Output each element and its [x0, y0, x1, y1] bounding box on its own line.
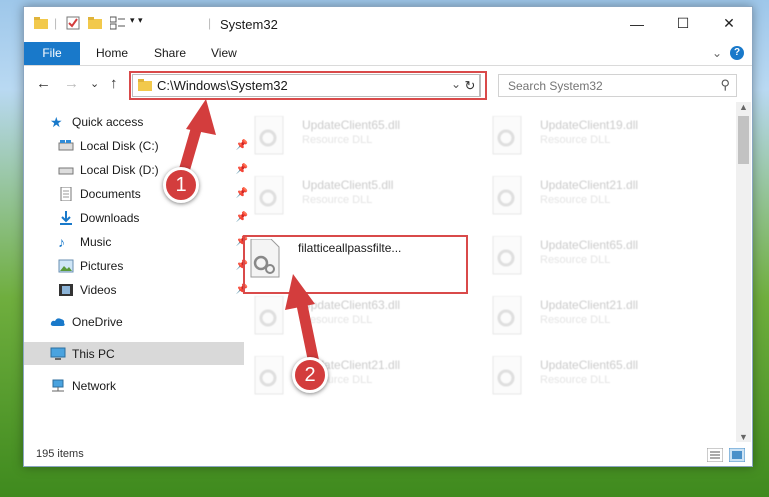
large-icons-view-icon[interactable] — [729, 448, 745, 462]
sidebar-item-network[interactable]: Network — [24, 374, 244, 397]
dll-file-icon — [492, 116, 522, 155]
file-item[interactable]: UpdateClient21.dll Resource DLL — [484, 172, 704, 222]
file-item[interactable]: UpdateClient65.dll Resource DLL — [484, 352, 704, 402]
file-item[interactable]: UpdateClient19.dll Resource DLL — [484, 112, 704, 162]
scrollbar-thumb[interactable] — [738, 116, 749, 164]
music-icon: ♪ — [58, 233, 65, 250]
window-title: System32 — [220, 17, 278, 32]
tab-share[interactable]: Share — [140, 42, 200, 65]
sidebar-item-videos[interactable]: Videos 📌 — [24, 278, 252, 301]
pictures-icon — [58, 259, 74, 272]
chevron-down-icon[interactable]: ▾ — [130, 15, 135, 26]
file-item[interactable]: UpdateClient21.dll Resource DLL — [484, 292, 704, 342]
details-view-icon[interactable] — [707, 448, 723, 462]
folder-icon — [34, 17, 48, 29]
drive-icon — [58, 139, 74, 150]
view-options-icon[interactable] — [110, 16, 126, 30]
dll-file-icon — [254, 116, 284, 155]
computer-icon — [50, 347, 66, 360]
cloud-icon — [50, 317, 65, 326]
separator: | — [208, 16, 212, 30]
collapse-ribbon-icon[interactable]: ⌄ — [712, 46, 722, 60]
network-icon — [52, 379, 64, 391]
back-button[interactable]: ← — [36, 75, 51, 92]
download-icon — [60, 210, 72, 225]
explorer-window: | ▾ ▾ | System32 — ☐ ✕ File Home Share V… — [23, 6, 753, 467]
file-item[interactable]: UpdateClient65.dll Resource DLL — [246, 112, 466, 162]
star-icon: ★ — [50, 113, 63, 130]
item-count: 195 items — [36, 448, 84, 460]
tab-view[interactable]: View — [197, 42, 251, 65]
new-folder-icon[interactable] — [88, 16, 102, 30]
dll-file-icon — [492, 236, 522, 275]
properties-icon[interactable] — [66, 16, 80, 30]
annotation-badge-1: 1 — [163, 167, 199, 203]
up-button[interactable]: ↑ — [110, 75, 118, 92]
dll-file-icon — [492, 356, 522, 395]
videos-icon — [59, 283, 73, 296]
tab-file[interactable]: File — [24, 42, 80, 65]
documents-icon — [60, 186, 72, 201]
dll-file-icon — [492, 176, 522, 215]
annotation-badge-2: 2 — [292, 357, 328, 393]
file-item[interactable]: UpdateClient65.dll Resource DLL — [484, 232, 704, 282]
file-item[interactable]: UpdateClient5.dll Resource DLL — [246, 172, 466, 222]
separator: | — [54, 16, 58, 30]
title-bar: | ▾ ▾ | System32 — ☐ ✕ — [24, 7, 752, 40]
forward-button[interactable]: → — [64, 75, 79, 92]
sidebar-item-downloads[interactable]: Downloads 📌 — [24, 206, 252, 229]
ribbon-tabs: File Home Share View ⌄ ? — [24, 42, 752, 66]
scroll-down-icon[interactable]: ▼ — [739, 432, 748, 442]
navigation-bar: ← → ⌄ ↑ C:\Windows\System32 ⌄ ↻ ⚲ — [24, 67, 752, 101]
status-bar: 195 items — [24, 444, 752, 466]
recent-locations-button[interactable]: ⌄ — [90, 77, 99, 90]
sidebar-item-this-pc[interactable]: This PC — [24, 342, 244, 365]
minimize-button[interactable]: — — [614, 7, 660, 40]
search-input[interactable] — [506, 75, 710, 96]
close-button[interactable]: ✕ — [706, 7, 752, 40]
maximize-button[interactable]: ☐ — [660, 7, 706, 40]
search-box[interactable]: ⚲ — [498, 74, 737, 97]
sidebar-item-onedrive[interactable]: OneDrive — [24, 310, 244, 333]
customize-toolbar-icon[interactable]: ▾ — [138, 15, 143, 26]
sidebar-item-music[interactable]: ♪ Music 📌 — [24, 230, 252, 253]
dll-file-icon — [254, 176, 284, 215]
drive-icon — [58, 167, 74, 174]
tab-home[interactable]: Home — [82, 42, 142, 65]
scroll-up-icon[interactable]: ▲ — [739, 102, 748, 112]
sidebar-item-pictures[interactable]: Pictures 📌 — [24, 254, 252, 277]
search-icon: ⚲ — [720, 77, 730, 92]
help-icon[interactable]: ? — [730, 46, 744, 60]
vertical-scrollbar[interactable]: ▲ ▼ — [736, 102, 751, 442]
dll-file-icon — [492, 296, 522, 335]
